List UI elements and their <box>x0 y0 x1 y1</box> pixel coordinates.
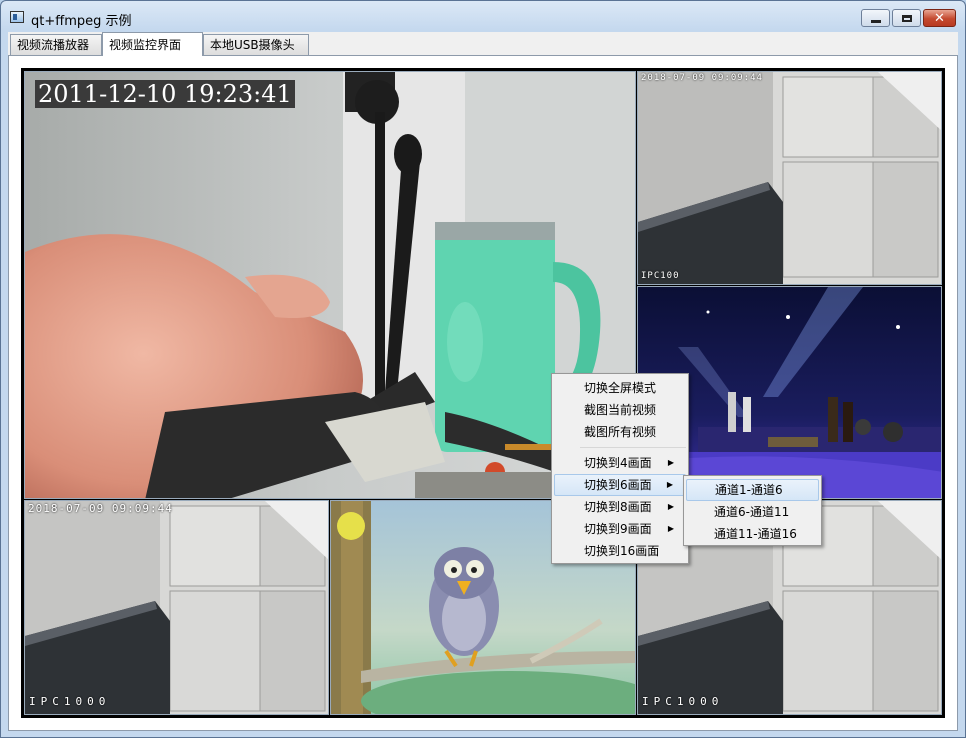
maximize-button[interactable] <box>892 9 921 27</box>
submenu-arrow-icon: ▶ <box>667 524 674 533</box>
video-cell-1[interactable]: 2011-12-10 19:23:41 <box>24 71 636 499</box>
video-osd-camera-name: IPC1000 <box>29 695 111 708</box>
menu-item-label: 切换到8画面 <box>584 500 652 514</box>
video-frame-desk <box>25 72 635 498</box>
video-frame-room-corner <box>638 72 941 284</box>
video-frame-room-corner <box>25 501 328 714</box>
menu-item-switch-8[interactable]: 切换到8画面 ▶ <box>554 496 686 518</box>
window-title: qt+ffmpeg 示例 <box>31 14 132 29</box>
maximize-icon <box>901 14 912 22</box>
menu-separator <box>580 447 686 448</box>
main-window: qt+ffmpeg 示例 ✕ 视频流播放器 视频监控界面 本地USB摄像头 20… <box>0 0 966 738</box>
menu-item-label: 切换到16画面 <box>584 544 660 558</box>
tab-monitor-view[interactable]: 视频监控界面 <box>102 32 203 56</box>
submenu-item-label: 通道1-通道6 <box>715 483 783 497</box>
menu-item-screenshot-all[interactable]: 截图所有视频 <box>554 421 686 443</box>
minimize-button[interactable] <box>861 9 890 27</box>
tab-stream-player[interactable]: 视频流播放器 <box>10 34 102 55</box>
video-grid: 2011-12-10 19:23:41 2018-07-09 09:09:44 … <box>21 68 945 718</box>
submenu-item-label: 通道11-通道16 <box>714 527 797 541</box>
video-cell-4[interactable]: 2018-07-09 09:09:44 IPC1000 <box>24 500 329 715</box>
menu-item-switch-16[interactable]: 切换到16画面 <box>554 540 686 562</box>
monitor-pane: 2011-12-10 19:23:41 2018-07-09 09:09:44 … <box>8 55 958 731</box>
menu-item-label: 截图所有视频 <box>584 425 657 439</box>
submenu-item-channel-1-6[interactable]: 通道1-通道6 <box>686 479 819 501</box>
submenu-arrow-icon: ▶ <box>666 480 673 489</box>
menu-item-label: 切换到4画面 <box>584 456 652 470</box>
video-osd-timestamp: 2018-07-09 09:09:44 <box>641 73 763 83</box>
context-menu: 切换全屏模式 截图当前视频 截图所有视频 切换到4画面 ▶ 切换到6画面 ▶ 切换到… <box>551 373 689 564</box>
menu-item-fullscreen[interactable]: 切换全屏模式 <box>554 377 686 399</box>
submenu-arrow-icon: ▶ <box>667 502 674 511</box>
menu-item-switch-6[interactable]: 切换到6画面 ▶ <box>554 474 686 496</box>
submenu-item-label: 通道6-通道11 <box>714 505 790 519</box>
submenu-arrow-icon: ▶ <box>667 458 674 467</box>
menu-item-label: 切换到6画面 <box>584 478 652 492</box>
video-cell-2[interactable]: 2018-07-09 09:09:44 IPC100 <box>637 71 942 285</box>
minimize-icon <box>870 19 881 23</box>
client-area: 视频流播放器 视频监控界面 本地USB摄像头 2011-12-10 19:23:… <box>8 32 958 731</box>
context-submenu: 通道1-通道6 通道6-通道11 通道11-通道16 <box>683 475 822 546</box>
tab-bar: 视频流播放器 视频监控界面 本地USB摄像头 <box>8 32 958 56</box>
video-osd-timestamp: 2018-07-09 09:09:44 <box>28 502 173 515</box>
video-osd-timestamp: 2011-12-10 19:23:41 <box>35 80 295 108</box>
menu-item-label: 切换全屏模式 <box>584 381 657 395</box>
tab-usb-camera[interactable]: 本地USB摄像头 <box>203 34 309 55</box>
app-window-icon <box>10 11 24 23</box>
submenu-item-channel-11-16[interactable]: 通道11-通道16 <box>686 523 819 545</box>
menu-item-label: 切换到9画面 <box>584 522 652 536</box>
menu-item-switch-4[interactable]: 切换到4画面 ▶ <box>554 452 686 474</box>
menu-item-switch-9[interactable]: 切换到9画面 ▶ <box>554 518 686 540</box>
menu-item-screenshot-current[interactable]: 截图当前视频 <box>554 399 686 421</box>
close-button[interactable]: ✕ <box>923 9 956 27</box>
menu-item-label: 截图当前视频 <box>584 403 657 417</box>
video-osd-camera-name: IPC100 <box>641 271 680 281</box>
title-bar[interactable]: qt+ffmpeg 示例 ✕ <box>1 1 965 31</box>
video-osd-camera-name: IPC1000 <box>642 695 724 708</box>
close-icon: ✕ <box>934 10 945 26</box>
submenu-item-channel-6-11[interactable]: 通道6-通道11 <box>686 501 819 523</box>
